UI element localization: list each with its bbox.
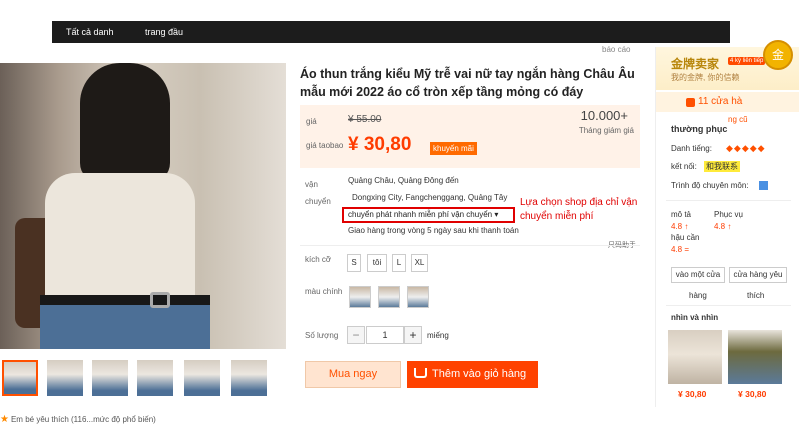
rating-label: Phục vụ — [714, 210, 743, 219]
favorite-row[interactable]: ★ Em bé yêu thích (116...mức độ phổ biến) — [0, 414, 156, 425]
recommend-item-image[interactable] — [728, 330, 782, 384]
quantity-unit: miếng — [427, 331, 449, 340]
price-label: giá — [306, 117, 317, 126]
rating-label: mô tả — [671, 210, 692, 219]
divider — [666, 200, 791, 201]
diamond-rating-icon: ◆◆◆◆◆ — [726, 143, 766, 153]
quantity-increase-button[interactable]: + — [404, 326, 422, 344]
shipping-method-text: chuyển phát nhanh miễn phí vận chuyển — [348, 210, 493, 219]
promo-badge: khuyến mãi — [430, 142, 477, 155]
nav-all-categories[interactable]: Tất cả danh — [66, 27, 114, 37]
belt-shape — [40, 295, 210, 305]
old-tag: ng cũ — [728, 115, 748, 124]
shipping-method-select[interactable]: chuyển phát nhanh miễn phí vận chuyển ▾ — [342, 207, 515, 223]
shipping-from: Quảng Châu, Quảng Đông đến — [348, 176, 459, 185]
quantity-decrease-button[interactable]: − — [347, 326, 365, 344]
recommend-item-price: ¥ 30,80 — [678, 389, 707, 399]
enter-store-button-sub[interactable]: hàng — [689, 291, 707, 300]
thumbnail-3[interactable] — [92, 360, 128, 396]
shop-name[interactable]: thường phục — [671, 124, 727, 134]
product-title: Áo thun trắng kiểu Mỹ trễ vai nữ tay ngắ… — [300, 67, 635, 99]
rating-label: hậu cần — [671, 233, 700, 242]
quantity-input[interactable] — [366, 326, 404, 344]
annotation-note: Lựa chọn shop địa chỉ vận chuyển miễn ph… — [520, 197, 638, 222]
top-nav: Tất cả danh trang đầu — [52, 21, 730, 43]
sold-count: 10.000+ — [580, 108, 628, 123]
main-product-image[interactable] — [0, 63, 286, 349]
price-box: giá ¥ 55.00 10.000+ Tháng giám giá giá t… — [300, 105, 640, 168]
thumbnail-5[interactable] — [184, 360, 220, 396]
gold-seller-title: 金牌卖家 — [671, 57, 720, 71]
store-count-link[interactable]: 11 cửa hà — [656, 92, 799, 112]
hair-shape — [80, 63, 170, 183]
quantity-label: Số lượng — [305, 331, 339, 340]
shipping-destination[interactable]: Dongxing City, Fangchenggang, Quảng Tây — [352, 193, 507, 202]
divider — [300, 245, 640, 246]
gold-seller-badge: 4 kỳ liên tiếp — [728, 57, 766, 65]
gold-seller-header: 金牌卖家 4 kỳ liên tiếp 我的金牌, 你的信赖 金 — [656, 40, 799, 90]
taobao-price-label: giá taobao — [306, 141, 344, 150]
thumbnail-4[interactable] — [137, 360, 173, 396]
store-count: 11 cửa hà — [698, 96, 743, 107]
store-icon — [686, 98, 695, 107]
size-option[interactable]: L — [392, 254, 406, 272]
certification-icon — [759, 181, 768, 190]
old-price: ¥ 55.00 — [348, 114, 382, 125]
gold-seller-subtitle: 我的金牌, 你的信赖 — [671, 73, 740, 82]
size-option[interactable]: S — [347, 254, 361, 272]
color-swatch[interactable] — [378, 286, 400, 308]
chevron-down-icon: ▾ — [494, 210, 499, 219]
buckle-shape — [150, 292, 170, 308]
favorite-store-button-sub[interactable]: thích — [747, 291, 764, 300]
gold-seal-icon: 金 — [763, 40, 793, 70]
shipping-label: vận chuyển — [305, 180, 331, 206]
recommend-item-price: ¥ 30,80 — [738, 389, 767, 399]
buy-now-button[interactable]: Mua ngay — [305, 361, 401, 388]
enter-store-button[interactable]: vào một cửa — [671, 267, 725, 283]
thumbnail-strip — [2, 360, 292, 398]
color-swatch[interactable] — [407, 286, 429, 308]
rating-value: 4.8 = — [671, 245, 690, 254]
cart-icon — [414, 368, 427, 378]
recommend-item-image[interactable] — [668, 330, 722, 384]
size-option[interactable]: tôi — [367, 254, 387, 272]
jeans-shape — [40, 301, 210, 349]
recommend-title: nhìn và nhìn — [671, 313, 719, 322]
rating-value: 4.8 ↑ — [671, 222, 689, 231]
reputation-label: Danh tiếng: — [671, 144, 712, 153]
delivery-time: Giao hàng trong vòng 5 ngày sau khi than… — [348, 226, 519, 235]
favorite-text: Em bé yêu thích (116...mức độ phổ biến) — [10, 415, 156, 424]
thumbnail-2[interactable] — [47, 360, 83, 396]
star-icon: ★ — [0, 414, 9, 425]
color-label: màu chính — [305, 287, 343, 296]
favorite-store-button[interactable]: cửa hàng yêu — [729, 267, 787, 283]
contact-button[interactable]: 和我联系 — [704, 161, 740, 172]
sold-label: Tháng giám giá — [578, 126, 634, 135]
color-swatch[interactable] — [349, 286, 371, 308]
rating-value: 4.8 ↑ — [714, 222, 732, 231]
add-to-cart-label: Thêm vào giỏ hàng — [432, 368, 527, 380]
contact-label: kết nối: — [671, 162, 697, 171]
shirt-shape — [45, 173, 195, 313]
current-price: ¥ 30,80 — [348, 134, 412, 155]
nav-home[interactable]: trang đầu — [145, 27, 183, 37]
size-option[interactable]: XL — [411, 254, 428, 272]
size-label: kích cỡ — [305, 255, 332, 264]
add-to-cart-button[interactable]: Thêm vào giỏ hàng — [407, 361, 538, 388]
thumbnail-6[interactable] — [231, 360, 267, 396]
certification-label: Trình độ chuyên môn: — [671, 181, 749, 190]
divider — [666, 305, 791, 306]
thumbnail-1[interactable] — [2, 360, 38, 396]
shop-sidebar: 金牌卖家 4 kỳ liên tiếp 我的金牌, 你的信赖 金 11 cửa … — [655, 40, 799, 407]
report-link[interactable]: báo cáo — [602, 45, 630, 54]
